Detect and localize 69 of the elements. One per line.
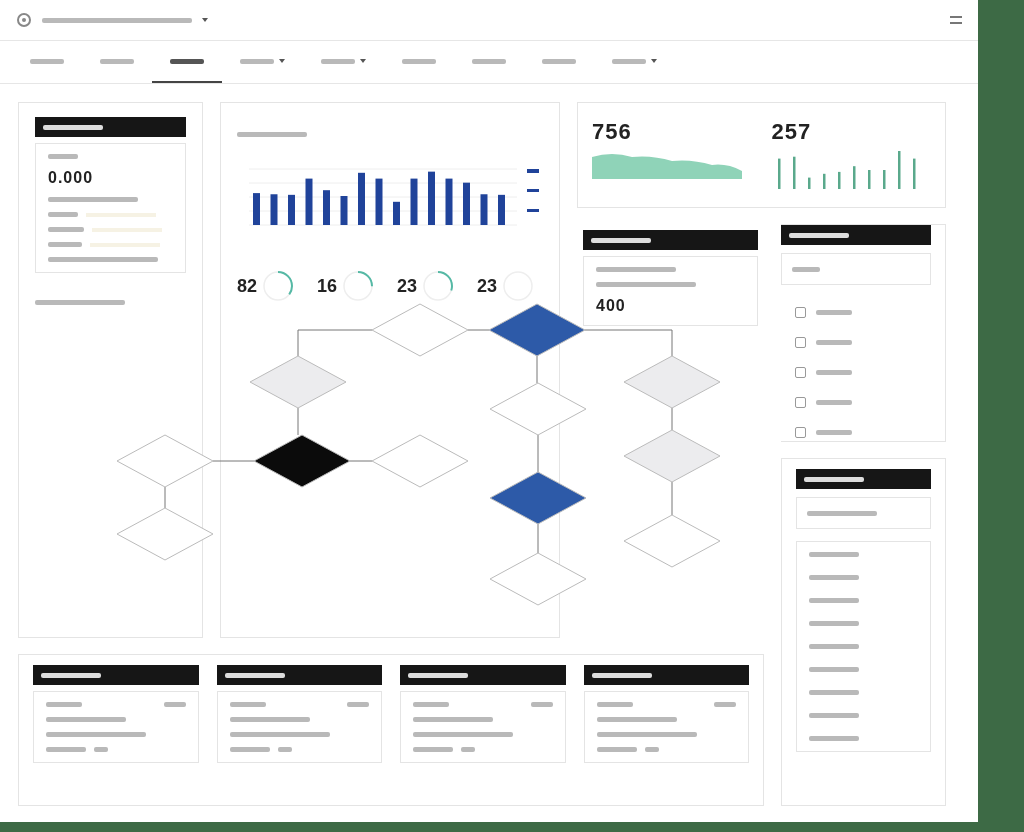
illegible-text [277,747,292,752]
stat-value: 257 [771,119,813,145]
illegible-text [48,242,82,247]
gauge-value: 23 [477,275,498,297]
menu-icon[interactable] [950,15,962,25]
illegible-text [237,132,307,137]
connector-line [536,355,538,384]
illegible-text [816,309,852,315]
gauge-arc-icon [341,269,376,303]
illegible-text [596,747,637,752]
stat-value: 756 [592,119,633,145]
checkbox[interactable] [795,306,806,318]
logo-icon[interactable] [16,12,32,28]
gauge-value: 82 [237,275,258,297]
connector-line [537,523,539,554]
illegible-text [413,747,453,752]
illegible-text [46,702,82,707]
illegible-text [229,702,266,707]
illegible-text [596,702,633,707]
illegible-text [816,339,852,345]
illegible-text [809,713,859,718]
connector-line [212,460,255,462]
illegible-text [816,429,852,435]
gauge-value: 23 [397,275,418,297]
checkbox[interactable] [795,396,806,408]
connector-line [349,460,373,462]
illegible-text [807,510,877,516]
caret-icon[interactable] [202,18,208,22]
gauge-value: 16 [317,275,338,297]
checkbox[interactable] [795,426,806,438]
illegible-text [48,212,78,217]
illegible-text [809,644,859,649]
illegible-text [809,667,859,672]
connector-line [164,486,166,509]
illegible-text [809,552,859,557]
connector-line [671,407,673,431]
illegible-text [413,702,449,707]
illegible-text [809,621,859,626]
illegible-text [48,227,84,232]
gauge-arc-icon [501,269,536,303]
connector-line [297,407,299,436]
connector-line [467,329,490,331]
value-text: 400 [596,297,627,315]
input-field[interactable] [781,253,931,285]
illegible-text [644,747,659,752]
illegible-text [809,690,859,695]
illegible-text [347,702,369,707]
connector-line [671,481,673,516]
checkbox[interactable] [795,366,806,378]
illegible-text [816,399,852,405]
illegible-text [714,702,736,707]
illegible-text [163,702,186,707]
value-text: 0.000 [48,169,95,187]
illegible-text [46,747,86,752]
checkbox[interactable] [795,336,806,348]
gauge-arc-icon [261,269,296,303]
illegible-text [792,266,820,272]
illegible-text [48,154,78,159]
illegible-text [229,747,270,752]
illegible-text [461,747,475,752]
illegible-text [809,736,859,741]
input-field[interactable] [796,497,931,529]
connector-line [537,434,539,473]
illegible-text [530,702,553,707]
illegible-text [816,369,852,375]
illegible-text [809,598,859,603]
gauge-arc-icon [421,269,456,303]
illegible-text [94,747,108,752]
illegible-text [809,575,859,580]
